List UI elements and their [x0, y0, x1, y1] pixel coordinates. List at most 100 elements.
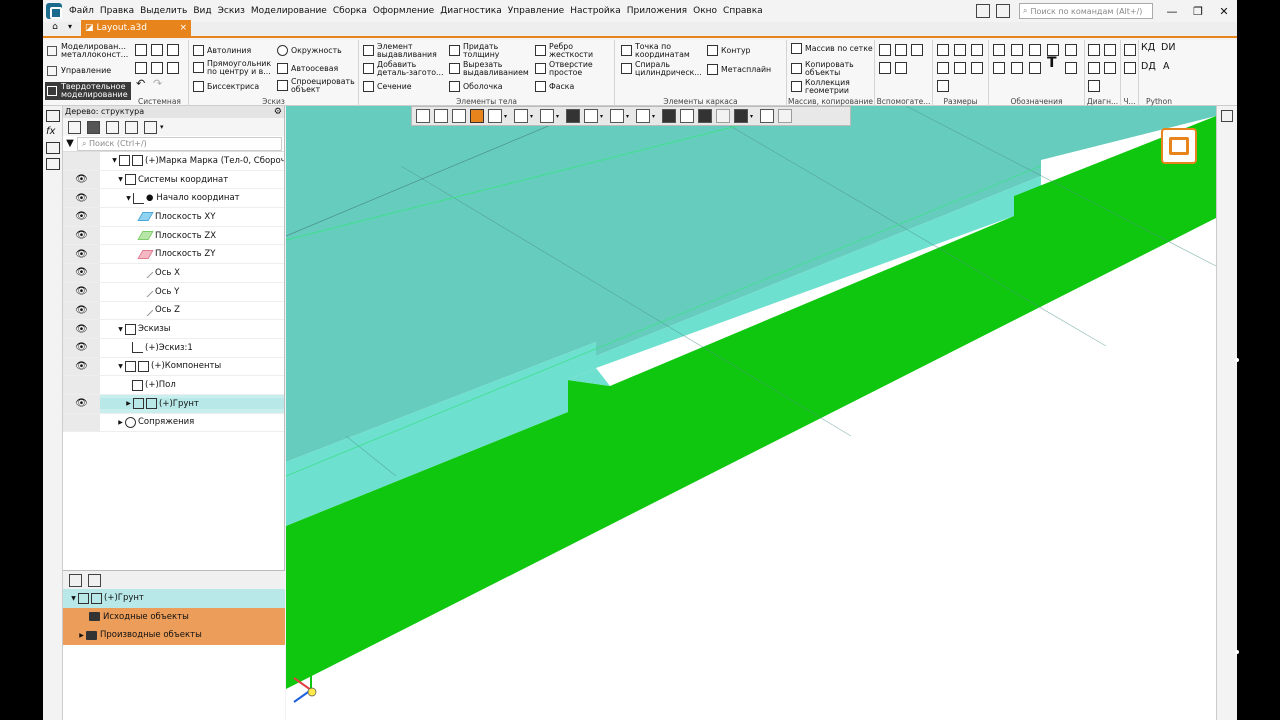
- model-3d-view[interactable]: [286, 106, 1216, 720]
- di-button[interactable]: DИ: [1161, 43, 1175, 52]
- filter-view-icon[interactable]: [734, 109, 748, 123]
- snap-icon[interactable]: [662, 109, 676, 123]
- menu-modeling[interactable]: Моделирование: [248, 6, 330, 16]
- cylindrical-spiral-button[interactable]: Спираль цилиндрическ...: [621, 61, 705, 76]
- tree-dropdown-icon[interactable]: ▾: [160, 123, 164, 131]
- save-as-icon[interactable]: [167, 62, 179, 74]
- radius-dim-icon[interactable]: [971, 44, 983, 56]
- section-view-icon[interactable]: [680, 109, 694, 123]
- eye-icon[interactable]: 👁: [63, 320, 100, 338]
- undo-icon[interactable]: ↶: [136, 78, 145, 88]
- table-icon[interactable]: [1065, 62, 1077, 74]
- expand-arrow-icon[interactable]: ▼: [116, 326, 125, 333]
- menu-management[interactable]: Управление: [505, 6, 567, 16]
- extrude-button[interactable]: Элемент выдавливания: [363, 43, 447, 58]
- chain-dim-icon[interactable]: [937, 80, 949, 92]
- eye-icon[interactable]: 👁: [63, 245, 100, 264]
- preview-icon[interactable]: [151, 62, 163, 74]
- autoline-button[interactable]: Автолиния: [193, 45, 251, 56]
- edge-icon[interactable]: [1029, 62, 1041, 74]
- expand-arrow-icon[interactable]: ▶: [116, 419, 125, 426]
- view-edit-icon[interactable]: [470, 109, 484, 123]
- shell-button[interactable]: Оболочка: [449, 81, 503, 92]
- menu-select[interactable]: Выделить: [137, 6, 190, 16]
- tree-row-plane-zx[interactable]: 👁 Плоскость ZX: [63, 226, 284, 246]
- expand-arrow-icon[interactable]: ▶: [124, 400, 133, 407]
- position-icon[interactable]: [1011, 62, 1023, 74]
- base-icon[interactable]: [1029, 44, 1041, 56]
- expand-arrow-icon[interactable]: ▼: [110, 157, 119, 164]
- home-icon[interactable]: ⌂: [47, 22, 63, 36]
- tabs-dropdown-icon[interactable]: ▾: [63, 22, 77, 36]
- aux-axis-icon[interactable]: [895, 44, 907, 56]
- mode-metal-structures[interactable]: Моделирован... металлоконст...: [45, 42, 131, 60]
- tree-grid-icon[interactable]: [125, 120, 138, 134]
- mass-icon[interactable]: [1104, 44, 1116, 56]
- bisector-button[interactable]: Биссектриса: [193, 81, 259, 92]
- grid-array-button[interactable]: Массив по сетке: [791, 43, 873, 54]
- copy-objects-button[interactable]: Копировать объекты: [791, 61, 873, 76]
- lighting-icon[interactable]: [716, 109, 730, 123]
- show-dropdown-icon[interactable]: ▾: [652, 113, 658, 120]
- edit-in-place-button[interactable]: [1161, 128, 1197, 164]
- eye-icon[interactable]: 👁: [63, 189, 100, 208]
- section-button[interactable]: Сечение: [363, 81, 412, 92]
- filter-dropdown-icon[interactable]: ▾: [750, 113, 756, 120]
- roughness-icon[interactable]: [993, 44, 1005, 56]
- menu-sketch[interactable]: Эскиз: [215, 6, 248, 16]
- menu-applications[interactable]: Приложения: [624, 6, 690, 16]
- eye-icon[interactable]: 👁: [63, 394, 100, 413]
- auto-axis-button[interactable]: Автоосевая: [277, 63, 338, 74]
- geometry-collection-button[interactable]: Коллекция геометрии: [791, 79, 873, 94]
- relations-table-icon[interactable]: [88, 573, 101, 587]
- minimize-button[interactable]: —: [1159, 5, 1185, 18]
- view-icon[interactable]: [1124, 62, 1136, 74]
- mode-management[interactable]: Управление: [45, 62, 131, 80]
- project-object-button[interactable]: Спроецировать объект: [277, 78, 357, 93]
- close-window-button[interactable]: ✕: [1211, 5, 1237, 18]
- dd-button[interactable]: DД: [1141, 62, 1156, 71]
- display-mode-icon[interactable]: [584, 109, 598, 123]
- tree-row-root[interactable]: ▼ (+)Марка Марка (Тел-0, Сборочных: [63, 152, 284, 171]
- tree-row-coordinate-systems[interactable]: 👁 ▼ Системы координат: [63, 170, 284, 190]
- eye-icon[interactable]: 👁: [63, 357, 100, 376]
- filter-icon[interactable]: ▼: [63, 138, 77, 149]
- new-doc-icon[interactable]: [135, 44, 147, 56]
- contour-button[interactable]: Контур: [707, 45, 751, 56]
- rotate-dropdown-icon[interactable]: ▾: [530, 113, 536, 120]
- close-tab-button[interactable]: ×: [179, 23, 187, 33]
- hide-dropdown-icon[interactable]: ▾: [626, 113, 632, 120]
- menu-edit[interactable]: Правка: [97, 6, 137, 16]
- linear-dim-icon[interactable]: [937, 44, 949, 56]
- auto-dim-icon[interactable]: [971, 62, 983, 74]
- arc-dim-icon[interactable]: [954, 62, 966, 74]
- menu-assembly[interactable]: Сборка: [330, 6, 370, 16]
- menu-settings[interactable]: Настройка: [567, 6, 624, 16]
- tab-layout-a3d[interactable]: ◪ Layout.a3d ×: [81, 20, 191, 36]
- circle-button[interactable]: Окружность: [277, 45, 342, 56]
- orientation-icon[interactable]: [540, 109, 554, 123]
- cut-extrude-button[interactable]: Вырезать выдавливанием: [449, 61, 533, 76]
- relations-tree-icon[interactable]: [69, 573, 82, 587]
- perspective-icon[interactable]: [698, 109, 712, 123]
- tree-structure-icon[interactable]: [68, 120, 81, 134]
- display-dropdown-icon[interactable]: ▾: [600, 113, 606, 120]
- tree-row-origin[interactable]: 👁 ▼ ● Начало координат: [63, 189, 284, 209]
- tree-row-axis-z[interactable]: 👁 Ось Z: [63, 301, 284, 321]
- relations-row-source[interactable]: Исходные объекты: [63, 607, 285, 626]
- zoom-icon[interactable]: [488, 109, 502, 123]
- view-orient-icon[interactable]: [416, 109, 430, 123]
- tree-row-sketches[interactable]: 👁 ▼ Эскизы: [63, 320, 284, 339]
- orientation-dropdown-icon[interactable]: ▾: [556, 113, 562, 120]
- eye-icon[interactable]: 👁: [63, 226, 100, 245]
- rectangle-center-button[interactable]: Прямоугольник по центру и в...: [193, 60, 273, 75]
- mode-solid-modeling[interactable]: Твердотельное моделирование: [45, 82, 131, 100]
- thicken-button[interactable]: Придать толщину: [449, 43, 533, 58]
- properties-icon[interactable]: [1221, 110, 1233, 122]
- eye-icon[interactable]: 👁: [63, 170, 100, 189]
- tree-row-ground[interactable]: 👁 ▶ (+)Грунт: [63, 394, 284, 414]
- shaded-cube-icon[interactable]: [566, 109, 580, 123]
- pencil-icon[interactable]: [778, 109, 792, 123]
- drawing-icon[interactable]: [1124, 44, 1136, 56]
- rib-button[interactable]: Ребро жесткости: [535, 43, 613, 58]
